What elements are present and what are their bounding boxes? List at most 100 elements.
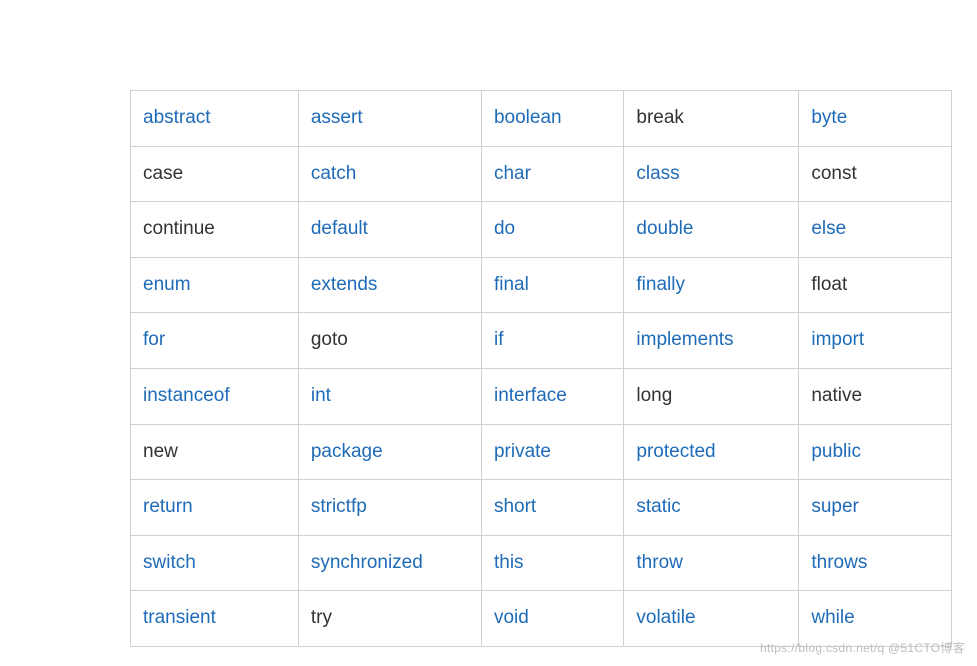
keyword-link[interactable]: synchronized (311, 552, 423, 573)
keyword-text: try (311, 607, 332, 628)
keyword-cell[interactable]: extends (298, 257, 481, 313)
keyword-link[interactable]: do (494, 218, 515, 239)
keywords-table-body: abstractassertbooleanbreakbytecasecatchc… (131, 91, 952, 647)
keyword-cell: goto (298, 313, 481, 369)
keyword-cell[interactable]: switch (131, 535, 299, 591)
keyword-link[interactable]: throw (636, 552, 682, 573)
keyword-cell[interactable]: short (481, 480, 623, 536)
keyword-cell[interactable]: for (131, 313, 299, 369)
keyword-cell: new (131, 424, 299, 480)
keyword-cell[interactable]: interface (481, 368, 623, 424)
keyword-cell[interactable]: this (481, 535, 623, 591)
table-row: for goto if implements import (131, 313, 952, 369)
keyword-link[interactable]: abstract (143, 107, 211, 128)
keyword-link[interactable]: final (494, 274, 529, 295)
keyword-link[interactable]: this (494, 552, 524, 573)
keyword-cell[interactable]: char (481, 146, 623, 202)
keyword-cell[interactable]: protected (624, 424, 799, 480)
keyword-link[interactable]: instanceof (143, 385, 230, 406)
keyword-cell[interactable]: abstract (131, 91, 299, 147)
keyword-cell: case (131, 146, 299, 202)
table-row: enum extends final finally float (131, 257, 952, 313)
keyword-link[interactable]: public (811, 441, 861, 462)
keyword-cell[interactable]: strictfp (298, 480, 481, 536)
keyword-link[interactable]: throws (811, 552, 867, 573)
keyword-cell[interactable]: implements (624, 313, 799, 369)
watermark-text: https://blog.csdn.net/q @51CTO博客 (760, 639, 965, 656)
keyword-link[interactable]: char (494, 163, 531, 184)
keyword-link[interactable]: package (311, 441, 383, 462)
keyword-link[interactable]: default (311, 218, 368, 239)
keyword-cell[interactable]: public (799, 424, 952, 480)
keyword-link[interactable]: double (636, 218, 693, 239)
keyword-cell[interactable]: default (298, 202, 481, 258)
keyword-link[interactable]: void (494, 607, 529, 628)
table-row: case catch char class const (131, 146, 952, 202)
keyword-cell[interactable]: final (481, 257, 623, 313)
keyword-text: goto (311, 329, 348, 350)
keyword-cell: continue (131, 202, 299, 258)
keyword-link[interactable]: extends (311, 274, 378, 295)
keyword-cell[interactable]: finally (624, 257, 799, 313)
keyword-link[interactable]: short (494, 496, 536, 517)
keyword-cell: try (298, 591, 481, 647)
keyword-link[interactable]: byte (811, 107, 847, 128)
table-row: return strictfp short static super (131, 480, 952, 536)
keyword-link[interactable]: assert (311, 107, 363, 128)
keyword-text: const (811, 163, 856, 184)
keyword-cell[interactable]: instanceof (131, 368, 299, 424)
keyword-link[interactable]: enum (143, 274, 191, 295)
keyword-link[interactable]: volatile (636, 607, 695, 628)
keyword-link[interactable]: for (143, 329, 165, 350)
keyword-cell[interactable]: import (799, 313, 952, 369)
keyword-cell[interactable]: private (481, 424, 623, 480)
keyword-cell[interactable]: double (624, 202, 799, 258)
keyword-cell: long (624, 368, 799, 424)
keyword-link[interactable]: boolean (494, 107, 562, 128)
keyword-cell[interactable]: do (481, 202, 623, 258)
keyword-link[interactable]: return (143, 496, 193, 517)
table-row: continue default do double else (131, 202, 952, 258)
keyword-cell[interactable]: assert (298, 91, 481, 147)
keyword-cell[interactable]: super (799, 480, 952, 536)
keyword-link[interactable]: else (811, 218, 846, 239)
keyword-link[interactable]: protected (636, 441, 715, 462)
keyword-cell[interactable]: enum (131, 257, 299, 313)
keyword-cell[interactable]: static (624, 480, 799, 536)
keyword-link[interactable]: interface (494, 385, 567, 406)
keyword-cell[interactable]: if (481, 313, 623, 369)
keyword-cell: native (799, 368, 952, 424)
keyword-link[interactable]: catch (311, 163, 356, 184)
keyword-link[interactable]: static (636, 496, 680, 517)
keyword-link[interactable]: super (811, 496, 859, 517)
keyword-cell[interactable]: else (799, 202, 952, 258)
table-row: instanceof int interface long native (131, 368, 952, 424)
keyword-link[interactable]: int (311, 385, 331, 406)
keyword-link[interactable]: if (494, 329, 504, 350)
keyword-cell[interactable]: synchronized (298, 535, 481, 591)
keywords-table-container: abstractassertbooleanbreakbytecasecatchc… (130, 90, 952, 647)
keyword-link[interactable]: switch (143, 552, 196, 573)
keyword-cell[interactable]: class (624, 146, 799, 202)
keyword-link[interactable]: import (811, 329, 864, 350)
keyword-cell[interactable]: return (131, 480, 299, 536)
keyword-cell[interactable]: throws (799, 535, 952, 591)
keyword-cell[interactable]: void (481, 591, 623, 647)
keyword-link[interactable]: transient (143, 607, 216, 628)
keyword-cell[interactable]: transient (131, 591, 299, 647)
keyword-link[interactable]: class (636, 163, 679, 184)
keyword-link[interactable]: private (494, 441, 551, 462)
keyword-link[interactable]: implements (636, 329, 733, 350)
keyword-link[interactable]: while (811, 607, 854, 628)
keyword-cell[interactable]: byte (799, 91, 952, 147)
table-row: switch synchronized this throw throws (131, 535, 952, 591)
keyword-text: native (811, 385, 862, 406)
keyword-cell[interactable]: package (298, 424, 481, 480)
keyword-cell[interactable]: catch (298, 146, 481, 202)
keyword-text: float (811, 274, 847, 295)
keyword-cell[interactable]: boolean (481, 91, 623, 147)
keyword-link[interactable]: finally (636, 274, 685, 295)
keyword-cell[interactable]: int (298, 368, 481, 424)
keyword-cell[interactable]: throw (624, 535, 799, 591)
keyword-link[interactable]: strictfp (311, 496, 367, 517)
